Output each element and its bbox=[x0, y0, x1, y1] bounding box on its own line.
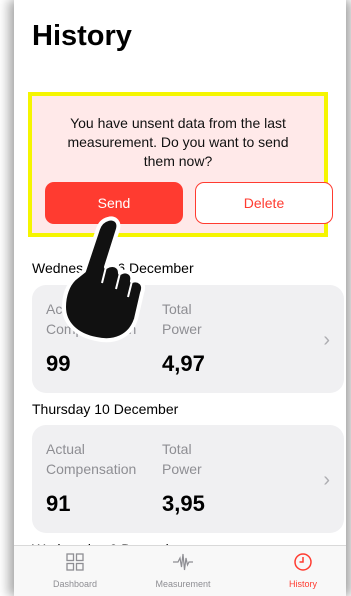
tab-measurement[interactable]: Measurement bbox=[143, 552, 223, 589]
tab-label: Dashboard bbox=[52, 579, 98, 589]
compensation-value: 91 bbox=[46, 491, 71, 516]
actual-label: Actual bbox=[46, 441, 85, 457]
total-label: Total bbox=[162, 441, 192, 457]
power-label: Power bbox=[162, 461, 202, 477]
chevron-right-icon: › bbox=[323, 329, 330, 351]
clock-icon bbox=[294, 553, 312, 571]
power-value: 3,95 bbox=[162, 491, 205, 516]
pointing-hand-icon bbox=[62, 216, 145, 343]
total-label: Total bbox=[162, 301, 192, 317]
delete-button[interactable]: Delete bbox=[195, 182, 333, 224]
waveform-icon bbox=[173, 553, 193, 571]
tab-label: Measurement bbox=[155, 579, 211, 589]
chevron-right-icon: › bbox=[323, 469, 330, 491]
tab-dashboard[interactable]: Dashboard bbox=[35, 552, 115, 589]
app-screen: History You have unsent data from the la… bbox=[14, 0, 346, 596]
page-title: History bbox=[32, 20, 132, 52]
power-label: Power bbox=[162, 321, 202, 337]
alert-message: You have unsent data from the last measu… bbox=[67, 115, 289, 169]
compensation-value: 99 bbox=[46, 351, 71, 376]
compensation-label: Compensation bbox=[46, 461, 137, 477]
tab-label: History bbox=[288, 579, 317, 589]
history-date-header: Thursday 10 December bbox=[32, 401, 179, 417]
power-value: 4,97 bbox=[162, 351, 205, 376]
grid-icon bbox=[66, 553, 84, 571]
tab-history[interactable]: History bbox=[263, 552, 343, 589]
history-card[interactable]: Actual Compensation Total Power 91 3,95 … bbox=[32, 425, 344, 533]
tab-bar: Dashboard Measurement History bbox=[14, 545, 346, 596]
